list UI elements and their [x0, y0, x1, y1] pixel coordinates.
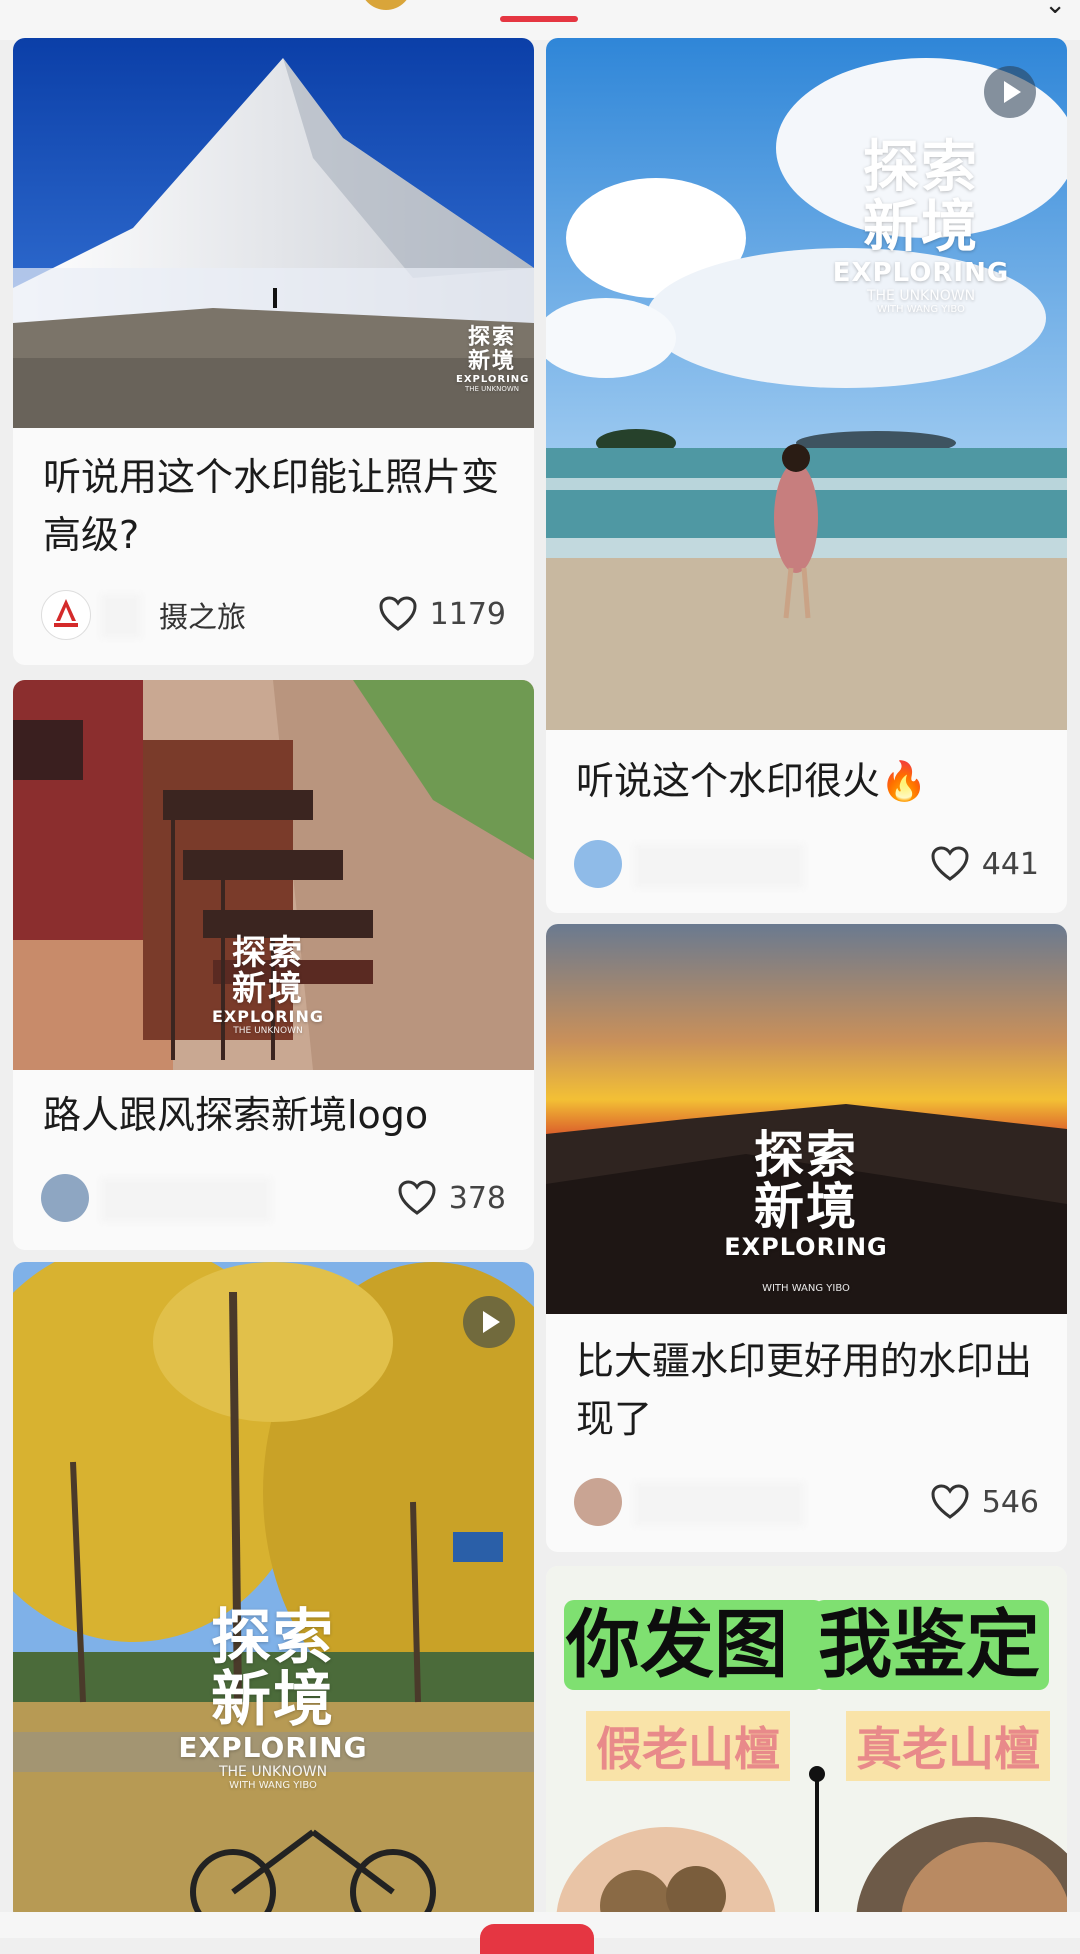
heart-outline-icon: [931, 1484, 969, 1519]
watermark-sub: THE UNKNOWN: [218, 1764, 328, 1780]
post-card[interactable]: 探索 新境 EXPLORING THE UNKNOWN WITH WANG YI…: [546, 38, 1067, 913]
author-blur: [634, 1482, 804, 1526]
play-icon[interactable]: [463, 1296, 515, 1348]
watermark-logo: 探索 新境 EXPLORING THE UNKNOWN: [456, 325, 530, 394]
author-avatar[interactable]: [41, 590, 91, 640]
like-button[interactable]: 1179: [378, 592, 506, 636]
post-card[interactable]: 探索 新境 EXPLORING THE UNKNOWN 路人跟风探索新境logo…: [13, 680, 534, 1250]
watermark-cn-2: 新境: [232, 969, 304, 1009]
watermark-logo: 探索 新境 EXPLORING THE UNKNOWN: [208, 935, 328, 1036]
post-meta: 546: [574, 1474, 1039, 1530]
watermark-sub2: WITH WANG YIBO: [229, 1780, 317, 1791]
watermark-sub: THE UNKNOWN: [866, 288, 976, 304]
more-chevron-icon[interactable]: ⌄: [1044, 0, 1066, 20]
like-count: 441: [981, 846, 1039, 882]
author-avatar[interactable]: [41, 1174, 89, 1222]
post-meta: 378: [41, 1170, 506, 1226]
author-name[interactable]: 摄之旅: [159, 594, 246, 636]
author-avatar[interactable]: [574, 840, 622, 888]
active-tab-indicator: [500, 16, 578, 22]
author-logo-icon: [54, 599, 78, 627]
watermark-en: EXPLORING: [456, 374, 530, 385]
heart-outline-icon: [379, 596, 417, 631]
author-avatar[interactable]: [574, 1478, 622, 1526]
post-meta: 441: [574, 836, 1039, 892]
post-card[interactable]: 探索 新境 EXPLORING WITH WANG YIBO 比大疆水印更好用的…: [546, 924, 1067, 1552]
post-title[interactable]: 比大疆水印更好用的水印出现了: [576, 1332, 1043, 1448]
watermark-en: EXPLORING: [211, 1007, 324, 1026]
watermark-cn-1: 探索: [467, 325, 516, 350]
post-thumbnail[interactable]: 探索 新境 EXPLORING THE UNKNOWN WITH WANG YI…: [546, 38, 1067, 730]
watermark-sub2: WITH WANG YIBO: [877, 304, 965, 315]
watermark-logo: 探索 新境 EXPLORING THE UNKNOWN WITH WANG YI…: [163, 1607, 383, 1791]
post-title[interactable]: 听说用这个水印能让照片变高级?: [43, 448, 510, 564]
author-blur: [101, 1178, 271, 1222]
watermark-cn-1: 探索: [211, 1603, 335, 1673]
watermark-cn-1: 探索: [232, 933, 304, 973]
watermark-cn-1: 探索: [754, 1126, 858, 1184]
watermark-sub: THE UNKNOWN: [464, 385, 520, 393]
post-thumbnail[interactable]: 你发图 我鉴定 假老山檀 真老山檀: [546, 1566, 1067, 1922]
post-plus-button[interactable]: [480, 1924, 594, 1954]
author-blur: [634, 844, 804, 888]
like-button[interactable]: 378: [397, 1176, 506, 1220]
ginkgo-photo: [13, 1262, 534, 1922]
watermark-cn-2: 新境: [754, 1178, 858, 1236]
watermark-en: EXPLORING: [724, 1233, 888, 1261]
like-count: 1179: [429, 596, 506, 632]
post-thumbnail[interactable]: 探索 新境 EXPLORING THE UNKNOWN: [13, 680, 534, 1070]
post-card[interactable]: 探索 新境 EXPLORING THE UNKNOWN 听说用这个水印能让照片变…: [13, 38, 534, 665]
watermark-sub: WITH WANG YIBO: [762, 1283, 850, 1294]
watermark-cn-2: 新境: [467, 349, 516, 374]
watermark-en: EXPLORING: [178, 1731, 368, 1764]
like-count: 546: [981, 1484, 1039, 1520]
watermark-sub: THE UNKNOWN: [233, 1026, 303, 1036]
like-button[interactable]: 441: [930, 842, 1039, 886]
post-meta: 摄之旅 1179: [41, 586, 506, 642]
like-count: 378: [448, 1180, 506, 1216]
post-thumbnail[interactable]: 探索 新境 EXPLORING WITH WANG YIBO: [546, 924, 1067, 1314]
wood-beads-photo: [556, 1817, 1067, 1922]
heart-outline-icon: [931, 846, 969, 881]
like-button[interactable]: 546: [930, 1480, 1039, 1524]
watermark-cn-2: 新境: [863, 195, 979, 260]
post-thumbnail[interactable]: 探索 新境 EXPLORING THE UNKNOWN: [13, 38, 534, 428]
post-card[interactable]: 你发图 我鉴定 假老山檀 真老山檀: [546, 1566, 1067, 1922]
author-blur: [101, 594, 141, 638]
watermark-logo: 探索 新境 EXPLORING THE UNKNOWN WITH WANG YI…: [821, 135, 1021, 316]
watermark-cn-1: 探索: [863, 135, 979, 200]
watermark-en: EXPLORING: [832, 258, 1010, 288]
play-icon[interactable]: [984, 66, 1036, 118]
post-card[interactable]: 探索 新境 EXPLORING THE UNKNOWN WITH WANG YI…: [13, 1262, 534, 1922]
post-title[interactable]: 路人跟风探索新境logo: [43, 1086, 510, 1144]
watermark-logo: 探索 新境 EXPLORING WITH WANG YIBO: [706, 1129, 906, 1294]
heart-outline-icon: [398, 1180, 436, 1215]
watermark-cn-2: 新境: [211, 1665, 335, 1735]
post-title[interactable]: 听说这个水印很火🔥: [576, 752, 1043, 810]
post-thumbnail[interactable]: 探索 新境 EXPLORING THE UNKNOWN WITH WANG YI…: [13, 1262, 534, 1922]
